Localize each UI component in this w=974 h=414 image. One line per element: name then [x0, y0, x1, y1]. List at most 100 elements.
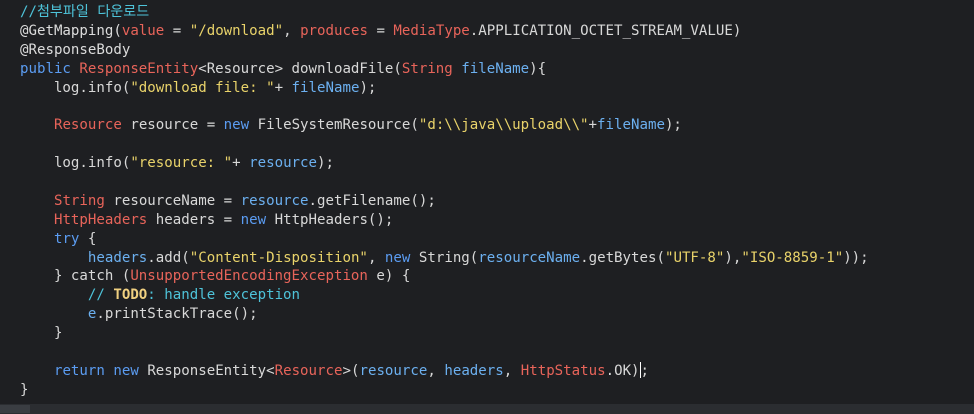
code-token-param: produces — [300, 22, 368, 39]
code-editor[interactable]: //첨부파일 다운로드 @GetMapping(value = "/downloa… — [0, 0, 974, 414]
code-token-ann: @ResponseBody — [20, 41, 131, 58]
code-token-plain: <Resource> downloadFile( — [198, 60, 402, 77]
code-token-plain: ; — [640, 362, 650, 379]
code-token-kw: new — [384, 249, 419, 266]
code-token-plain: ); — [664, 117, 682, 134]
code-line[interactable] — [20, 97, 974, 116]
code-token-kw: public — [20, 60, 80, 77]
code-token-plain: HttpHeaders(); — [274, 211, 394, 228]
code-token-type: HttpStatus — [520, 362, 606, 379]
code-line[interactable] — [20, 135, 974, 154]
code-token-plain: log.info( — [20, 79, 131, 96]
code-token-plain: } — [20, 325, 63, 342]
code-token-plain: ResponseEntity< — [147, 362, 275, 379]
code-token-plain: , — [367, 249, 385, 266]
code-token-var: fileName — [597, 117, 665, 134]
code-line[interactable]: // TODO: handle exception — [20, 286, 974, 305]
code-token-plain: log.info( — [20, 155, 131, 172]
code-token-type: Resource — [274, 362, 343, 379]
code-token-var: fileName — [291, 79, 360, 96]
code-token-plain: + — [274, 79, 292, 96]
code-token-str: "download file: " — [130, 79, 275, 96]
code-line[interactable]: String resourceName = resource.getFilena… — [20, 192, 974, 211]
code-token-str: "/download" — [189, 22, 284, 39]
code-token-param: value — [121, 22, 165, 39]
code-token-plain: .OK) — [605, 362, 640, 379]
code-token-type: MediaType — [393, 22, 470, 39]
code-token-plain: headers = — [147, 211, 241, 228]
code-token-plain: resourceName = — [104, 192, 241, 209]
code-token-plain: .printStackTrace(); — [96, 306, 258, 323]
code-token-plain: + — [588, 117, 598, 134]
code-token-var: fileName — [461, 60, 530, 77]
code-token-type: String — [53, 192, 105, 209]
code-token-plain: .APPLICATION_OCTET_STREAM_VALUE) — [469, 22, 742, 39]
code-token-str: "UTF-8" — [664, 249, 725, 266]
code-line[interactable]: return new ResponseEntity<Resource>(reso… — [20, 361, 974, 381]
code-token-type: String — [401, 60, 462, 77]
code-line[interactable]: //첨부파일 다운로드 — [20, 3, 974, 22]
code-token-str: "d:\\java\\upload\\" — [418, 117, 589, 134]
code-token-comment: : handle exception — [147, 287, 301, 304]
code-line[interactable]: @GetMapping(value = "/download", produce… — [20, 22, 974, 41]
code-token-plain: ); — [317, 155, 334, 172]
code-token-plain: resource = — [121, 117, 224, 134]
code-area[interactable]: //첨부파일 다운로드 @GetMapping(value = "/downloa… — [20, 3, 974, 400]
code-line[interactable]: } — [20, 324, 974, 343]
code-line[interactable]: @ResponseBody — [20, 41, 974, 60]
code-token-plain: } — [20, 381, 29, 398]
code-token-plain: .add( — [147, 249, 190, 266]
code-token-todo: TODO — [113, 287, 148, 304]
code-token-var: headers — [444, 362, 504, 379]
code-line[interactable] — [20, 343, 974, 362]
code-token-ann: @GetMapping( — [20, 22, 122, 39]
code-line[interactable] — [20, 173, 974, 192]
code-token-kw: new — [113, 362, 148, 379]
code-token-plain: FileSystemResource( — [257, 117, 419, 134]
code-token-kw: new — [240, 211, 275, 228]
scrollbar-thumb[interactable] — [0, 405, 30, 413]
code-token-var: resource — [249, 155, 318, 172]
code-line[interactable]: headers.add("Content-Disposition", new S… — [20, 249, 974, 268]
code-line[interactable]: HttpHeaders headers = new HttpHeaders(); — [20, 211, 974, 230]
horizontal-scrollbar[interactable] — [0, 404, 974, 414]
code-token-plain: , — [427, 362, 445, 379]
code-token-kw: new — [223, 117, 258, 134]
code-token-plain: String( — [418, 249, 479, 266]
code-token-var: resource — [240, 192, 309, 209]
code-token-str: "ISO-8859-1" — [741, 249, 844, 266]
code-token-plain: = — [367, 22, 394, 39]
code-line[interactable]: public ResponseEntity<Resource> download… — [20, 60, 974, 79]
code-token-plain: )); — [843, 249, 869, 266]
code-line[interactable]: try { — [20, 230, 974, 249]
code-token-plain: .getBytes( — [580, 249, 665, 266]
code-line[interactable]: log.info("download file: "+ fileName); — [20, 79, 974, 98]
code-token-type: UnsupportedEncodingException — [130, 268, 368, 285]
code-token-plain: } catch ( — [20, 268, 131, 285]
code-token-str: "resource: " — [130, 155, 233, 172]
code-token-comment: // — [20, 287, 114, 304]
code-line[interactable]: e.printStackTrace(); — [20, 305, 974, 324]
code-line[interactable]: Resource resource = new FileSystemResour… — [20, 116, 974, 135]
code-token-plain: ), — [724, 249, 742, 266]
code-token-plain: ){ — [529, 60, 547, 77]
code-token-type: Resource — [53, 117, 122, 134]
code-token-plain: ); — [359, 79, 377, 96]
code-token-plain: .getFilename(); — [308, 192, 436, 209]
code-token-kw: try — [53, 230, 80, 247]
code-token-kw: return — [53, 362, 114, 379]
code-line[interactable]: } — [20, 381, 974, 400]
code-token-plain: , — [503, 362, 521, 379]
code-token-str: "Content-Disposition" — [189, 249, 368, 266]
code-token-type: HttpHeaders — [53, 211, 148, 228]
code-token-plain: + — [232, 155, 250, 172]
code-token-plain: = — [164, 22, 190, 39]
code-line[interactable]: log.info("resource: "+ resource); — [20, 154, 974, 173]
code-line[interactable]: } catch (UnsupportedEncodingException e)… — [20, 267, 974, 286]
code-token-plain: >( — [342, 362, 360, 379]
